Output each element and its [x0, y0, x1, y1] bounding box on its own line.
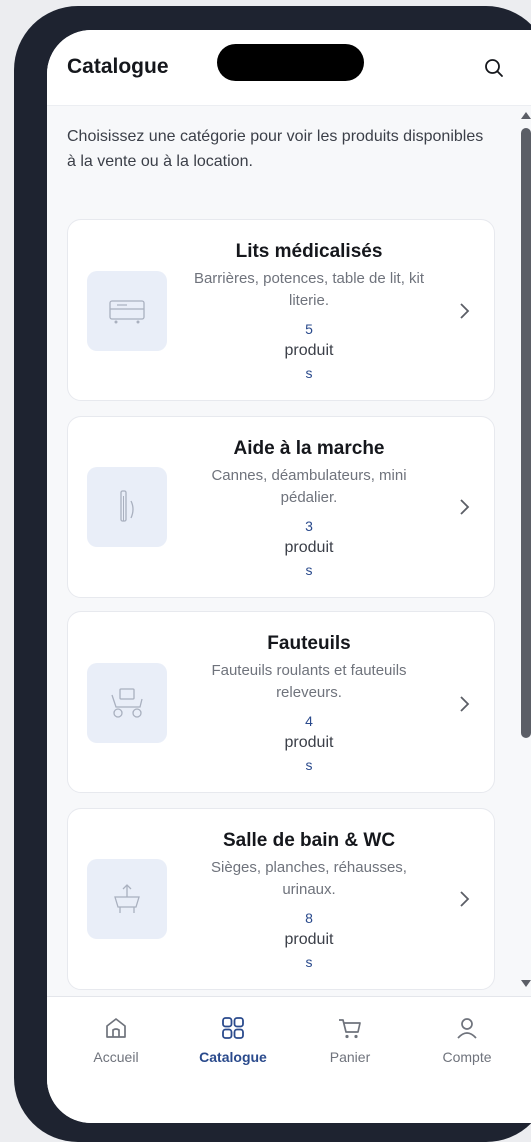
category-title: Fauteuils — [267, 633, 351, 654]
search-icon[interactable] — [483, 57, 505, 79]
card-body: Aide à la marche Cannes, déambulateurs, … — [186, 433, 432, 581]
tab-label: Catalogue — [199, 1049, 267, 1065]
intro-text: Choisissez une catégorie pour voir les p… — [67, 128, 484, 170]
home-icon — [106, 1018, 126, 1038]
bath-icon — [114, 884, 140, 913]
category-description: Sièges, planches, réhausses, urinaux. — [211, 859, 407, 898]
product-count: 3 — [305, 518, 313, 534]
catalogue-content[interactable]: Choisissez une catégorie pour voir les p… — [47, 106, 531, 996]
camera-notch — [217, 44, 364, 81]
cart-icon — [339, 1019, 361, 1039]
app-screen: Catalogue Choisissez une catégorie pour … — [47, 30, 531, 1123]
unit-part-1: produit — [284, 734, 334, 751]
category-title: Lits médicalisés — [235, 241, 383, 262]
card-body: Salle de bain & WC Sièges, planches, réh… — [186, 825, 432, 973]
chevron-right-icon[interactable] — [458, 694, 472, 714]
wheelchair-icon — [111, 688, 143, 718]
category-title: Salle de bain & WC — [222, 830, 396, 851]
category-description: Cannes, déambulateurs, mini pédalier. — [211, 467, 407, 506]
category-description: Barrières, potences, table de lit, kit l… — [193, 270, 425, 309]
scroll-down-arrow[interactable] — [521, 980, 531, 987]
category-thumbnail — [87, 859, 167, 939]
unit-part-2: s — [305, 562, 313, 578]
unit-part-2: s — [305, 954, 313, 970]
tab-catalogue[interactable]: Catalogue — [178, 1015, 288, 1065]
user-icon — [457, 1018, 477, 1039]
category-thumbnail — [87, 271, 167, 351]
product-count: 5 — [305, 321, 313, 337]
product-count-unit: produit s — [279, 340, 339, 384]
tab-label: Panier — [329, 1049, 371, 1065]
chevron-right-icon[interactable] — [458, 497, 472, 517]
product-count-unit: produit s — [279, 929, 339, 973]
phone-frame: Catalogue Choisissez une catégorie pour … — [14, 6, 531, 1142]
unit-part-2: s — [305, 757, 313, 773]
bottom-tab-bar: Accueil Catalogue Panier Compte — [47, 996, 531, 1123]
unit-part-1: produit — [284, 342, 334, 359]
unit-part-2: s — [305, 365, 313, 381]
category-card-salle-de-bain[interactable]: Salle de bain & WC Sièges, planches, réh… — [67, 808, 495, 990]
chevron-right-icon[interactable] — [458, 301, 472, 321]
category-card-marche[interactable]: Aide à la marche Cannes, déambulateurs, … — [67, 416, 495, 598]
walker-icon — [120, 490, 134, 522]
chevron-right-icon[interactable] — [458, 889, 472, 909]
tab-label: Compte — [442, 1049, 492, 1065]
category-card-fauteuils[interactable]: Fauteuils Fauteuils roulants et fauteuil… — [67, 611, 495, 793]
category-thumbnail — [87, 467, 167, 547]
card-body: Fauteuils Fauteuils roulants et fauteuil… — [186, 628, 432, 776]
scrollbar-thumb[interactable] — [521, 128, 531, 738]
category-description: Fauteuils roulants et fauteuils releveur… — [211, 662, 407, 701]
product-count: 4 — [305, 713, 313, 729]
card-body: Lits médicalisés Barrières, potences, ta… — [186, 236, 432, 384]
category-card-lits[interactable]: Lits médicalisés Barrières, potences, ta… — [67, 219, 495, 401]
tab-label: Accueil — [93, 1049, 139, 1065]
unit-part-1: produit — [284, 539, 334, 556]
unit-part-1: produit — [284, 931, 334, 948]
product-count-unit: produit s — [279, 732, 339, 776]
product-count: 8 — [305, 910, 313, 926]
grid-icon — [222, 1017, 244, 1039]
scroll-up-arrow[interactable] — [521, 112, 531, 119]
bed-icon — [109, 300, 145, 324]
product-count-unit: produit s — [279, 537, 339, 581]
category-title: Aide à la marche — [233, 438, 385, 459]
tab-panier[interactable]: Panier — [295, 1015, 405, 1065]
page-title: Catalogue — [67, 55, 169, 78]
tab-accueil[interactable]: Accueil — [61, 1015, 171, 1065]
tab-compte[interactable]: Compte — [412, 1015, 522, 1065]
category-thumbnail — [87, 663, 167, 743]
